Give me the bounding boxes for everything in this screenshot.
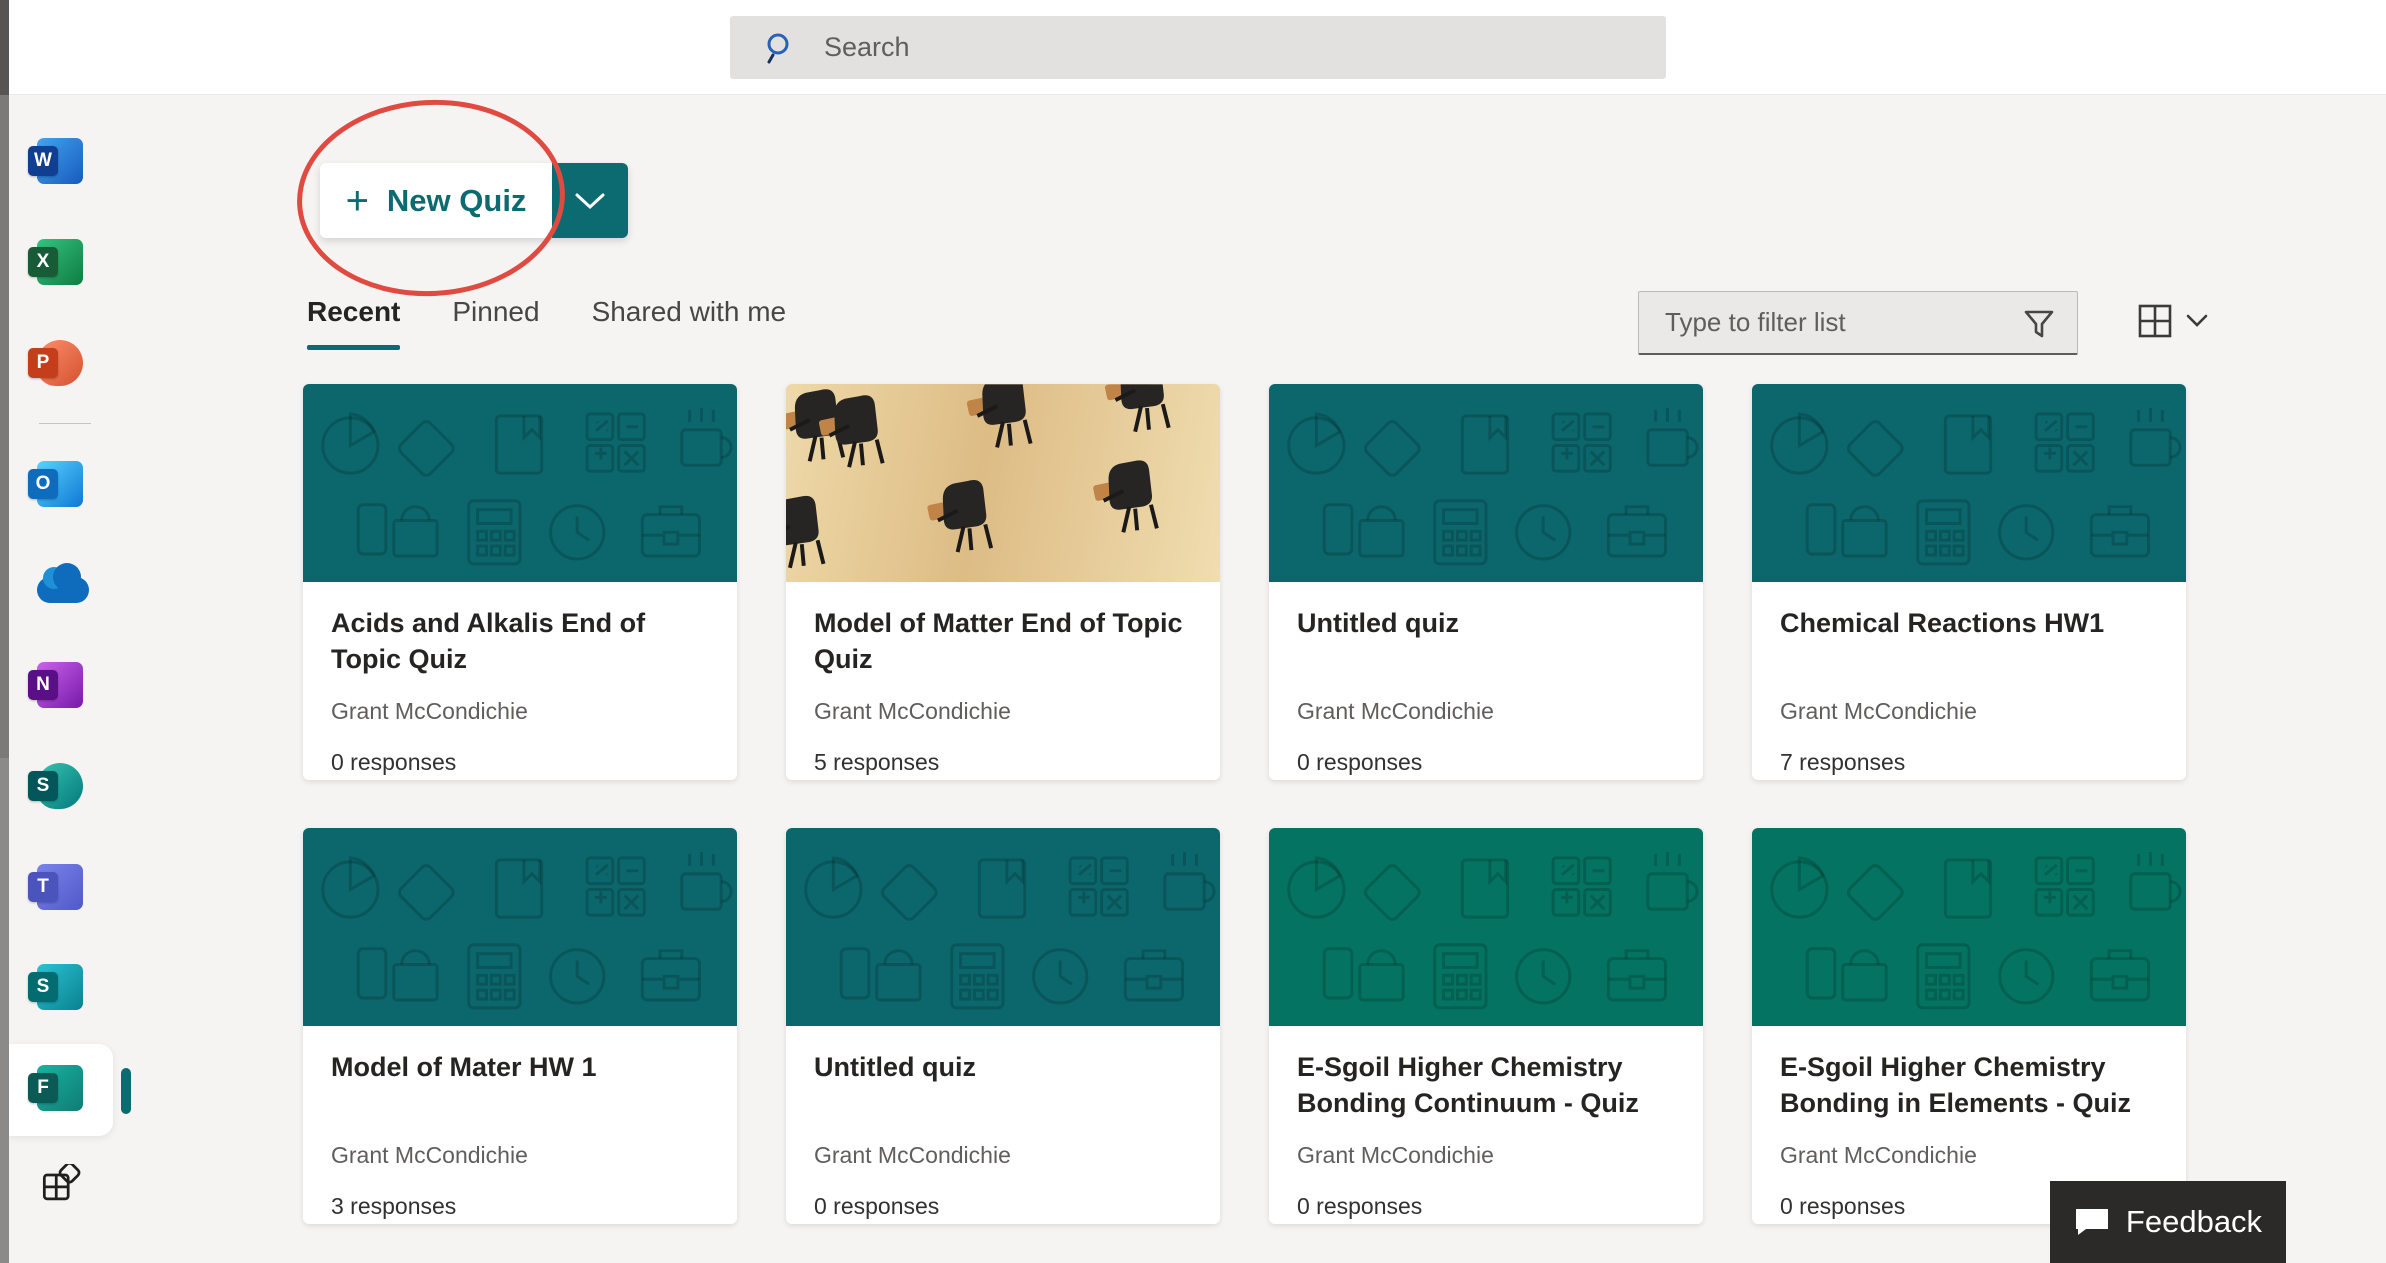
quiz-card[interactable]: Untitled quiz Grant McCondichie 0 respon… <box>786 828 1220 1224</box>
quiz-card[interactable]: Acids and Alkalis End of Topic Quiz Gran… <box>303 384 737 780</box>
sway-icon: S <box>37 964 83 1010</box>
quiz-card[interactable]: Model of Mater HW 1 Grant McCondichie 3 … <box>303 828 737 1224</box>
sidebar-item-sharepoint[interactable]: S <box>37 760 107 813</box>
sidebar-item-excel[interactable]: X <box>37 236 107 289</box>
sway-icon: S <box>28 972 58 1002</box>
word-icon: W <box>28 146 58 176</box>
word-icon: W <box>37 138 83 184</box>
onedrive-cloud-icon <box>37 577 89 603</box>
chevron-down-icon <box>573 191 607 211</box>
card-author: Grant McCondichie <box>1297 1142 1675 1169</box>
card-thumbnail <box>786 828 1220 1026</box>
sidebar-item-word[interactable]: W <box>37 135 107 188</box>
card-title: Model of Mater HW 1 <box>331 1050 709 1140</box>
sidebar-item-powerpoint[interactable]: P <box>37 336 107 389</box>
onenote-icon: N <box>37 662 83 708</box>
card-responses: 5 responses <box>814 749 1192 776</box>
new-quiz-label: New Quiz <box>387 183 527 219</box>
card-author: Grant McCondichie <box>1780 1142 2158 1169</box>
screenshot-edge-artifact <box>0 0 9 1263</box>
card-responses: 3 responses <box>331 1193 709 1220</box>
quiz-card[interactable]: Model of Matter End of Topic Quiz Grant … <box>786 384 1220 780</box>
card-title: Untitled quiz <box>814 1050 1192 1140</box>
quiz-card[interactable]: Chemical Reactions HW1 Grant McCondichie… <box>1752 384 2186 780</box>
sidebar-item-outlook[interactable]: O <box>37 458 107 511</box>
forms-icon: F <box>28 1073 58 1103</box>
sharepoint-icon: S <box>28 771 58 801</box>
card-thumbnail <box>303 828 737 1026</box>
card-author: Grant McCondichie <box>331 1142 709 1169</box>
new-quiz-button[interactable]: + New Quiz <box>320 163 552 238</box>
search-placeholder: Search <box>824 32 910 63</box>
app-rail: W X P O N S T S F <box>9 95 149 1263</box>
quiz-card[interactable]: E-Sgoil Higher Chemistry Bonding Continu… <box>1269 828 1703 1224</box>
filter-placeholder: Type to filter list <box>1665 307 1846 338</box>
onenote-icon: N <box>28 670 58 700</box>
powerpoint-icon: P <box>28 348 58 378</box>
forms-icon: F <box>37 1065 83 1111</box>
top-bar: Search <box>0 0 2386 95</box>
card-title: Chemical Reactions HW1 <box>1780 606 2158 696</box>
plus-icon: + <box>346 181 369 221</box>
card-author: Grant McCondichie <box>1780 698 2158 725</box>
tab-shared-with-me[interactable]: Shared with me <box>592 296 787 344</box>
sidebar-item-onedrive[interactable] <box>37 559 107 612</box>
excel-icon: X <box>37 239 83 285</box>
card-title: E-Sgoil Higher Chemistry Bonding Continu… <box>1297 1050 1675 1140</box>
card-title: Untitled quiz <box>1297 606 1675 696</box>
card-responses: 0 responses <box>1297 1193 1675 1220</box>
powerpoint-icon: P <box>37 340 83 386</box>
filter-input[interactable]: Type to filter list <box>1638 291 2078 355</box>
active-item-indicator <box>121 1068 131 1114</box>
speech-bubble-icon <box>2074 1207 2110 1237</box>
card-responses: 0 responses <box>814 1193 1192 1220</box>
filter-funnel-icon <box>2021 305 2057 341</box>
card-author: Grant McCondichie <box>331 698 709 725</box>
card-title: Acids and Alkalis End of Topic Quiz <box>331 606 709 696</box>
sidebar-item-onenote[interactable]: N <box>37 659 107 712</box>
teams-icon: T <box>28 872 58 902</box>
card-thumbnail <box>1752 828 2186 1026</box>
sidebar-item-sway[interactable]: S <box>37 961 107 1014</box>
tab-bar: Recent Pinned Shared with me <box>307 296 786 344</box>
card-title: E-Sgoil Higher Chemistry Bonding in Elem… <box>1780 1050 2158 1140</box>
quiz-card[interactable]: Untitled quiz Grant McCondichie 0 respon… <box>1269 384 1703 780</box>
tab-pinned[interactable]: Pinned <box>452 296 539 344</box>
card-thumbnail <box>1269 384 1703 582</box>
search-icon <box>764 31 798 65</box>
grid-view-icon <box>2136 302 2174 340</box>
tab-recent[interactable]: Recent <box>307 296 400 344</box>
card-thumbnail <box>1752 384 2186 582</box>
feedback-button[interactable]: Feedback <box>2050 1181 2286 1263</box>
rail-divider <box>39 423 91 424</box>
teams-icon: T <box>37 864 83 910</box>
card-author: Grant McCondichie <box>1297 698 1675 725</box>
excel-icon: X <box>28 247 58 277</box>
sidebar-item-all-apps[interactable] <box>37 1162 107 1215</box>
new-quiz-dropdown-button[interactable] <box>552 163 628 238</box>
sidebar-item-forms[interactable]: F <box>37 1062 107 1115</box>
card-responses: 0 responses <box>331 749 709 776</box>
card-thumbnail <box>303 384 737 582</box>
sharepoint-icon: S <box>37 763 83 809</box>
quiz-card[interactable]: E-Sgoil Higher Chemistry Bonding in Elem… <box>1752 828 2186 1224</box>
card-thumbnail-photo <box>786 384 1220 582</box>
card-author: Grant McCondichie <box>814 698 1192 725</box>
outlook-icon: O <box>28 469 58 499</box>
card-title: Model of Matter End of Topic Quiz <box>814 606 1192 696</box>
new-quiz-split-button: + New Quiz <box>320 163 628 238</box>
card-responses: 0 responses <box>1297 749 1675 776</box>
chevron-down-icon <box>2186 314 2208 328</box>
sidebar-item-teams[interactable]: T <box>37 860 107 913</box>
feedback-label: Feedback <box>2126 1204 2262 1240</box>
all-apps-icon <box>37 1164 81 1208</box>
view-toggle-button[interactable] <box>2136 302 2208 340</box>
card-responses: 7 responses <box>1780 749 2158 776</box>
outlook-icon: O <box>37 461 83 507</box>
active-tab-underline <box>307 345 400 350</box>
card-thumbnail <box>1269 828 1703 1026</box>
search-input[interactable]: Search <box>730 16 1666 79</box>
card-author: Grant McCondichie <box>814 1142 1192 1169</box>
